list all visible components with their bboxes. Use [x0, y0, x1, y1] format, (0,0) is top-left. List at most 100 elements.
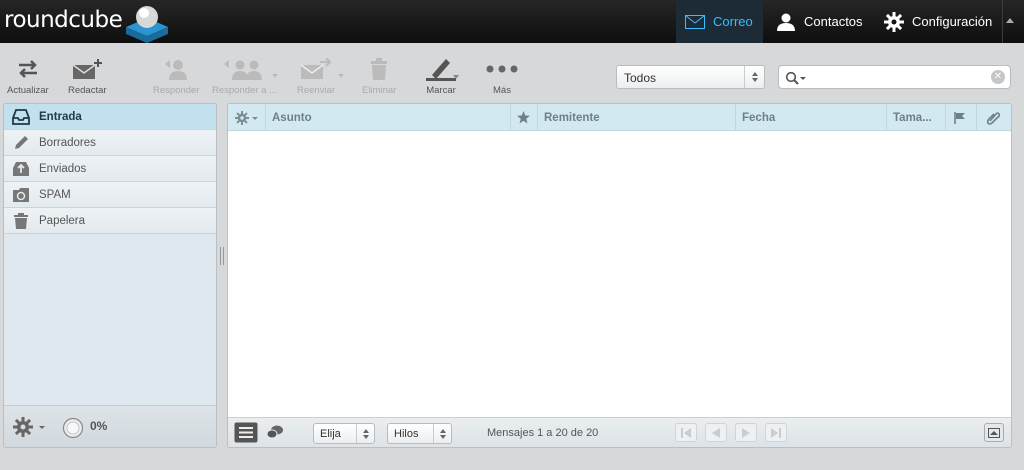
- chevron-left-icon: [712, 427, 720, 438]
- select-arrows-icon: [744, 66, 764, 88]
- search-input[interactable]: ✕: [778, 65, 1011, 89]
- top-bar: roundcube Correo Contactos Configuración: [0, 0, 1024, 43]
- pencil-icon: [15, 135, 28, 149]
- folder-list: Entrada Borradores Enviados SPAM Papeler…: [3, 103, 217, 448]
- filter-select-value: Todos: [624, 71, 657, 85]
- forward-button[interactable]: Reenviar: [297, 55, 335, 96]
- compose-button[interactable]: Redactar: [68, 55, 107, 96]
- more-dots-icon: [486, 65, 518, 73]
- more-button[interactable]: Más: [486, 55, 518, 96]
- last-page-button[interactable]: [765, 423, 787, 442]
- search-reset-icon[interactable]: ✕: [991, 70, 1005, 84]
- forward-dropdown-icon[interactable]: [338, 74, 344, 78]
- select-messages-dropdown[interactable]: Elija: [313, 423, 375, 444]
- pane-splitter[interactable]: [220, 247, 224, 265]
- select-arrows-icon: [433, 424, 451, 443]
- thread-view-icon[interactable]: [266, 425, 284, 439]
- first-page-button[interactable]: [675, 423, 697, 442]
- folder-label: Papelera: [39, 214, 86, 227]
- search-icon[interactable]: [785, 71, 807, 85]
- more-label: Más: [493, 85, 511, 96]
- folders-footer: 0%: [4, 405, 216, 447]
- message-list-footer: Elija Hilos Mensajes 1 a 20 de 20: [228, 417, 1011, 447]
- divider: [1002, 0, 1003, 43]
- nav-contacts-label: Contactos: [804, 14, 863, 29]
- folder-label: SPAM: [39, 188, 71, 201]
- column-date[interactable]: Fecha: [736, 104, 887, 131]
- chevron-right-icon: [742, 427, 750, 438]
- threads-label: Hilos: [394, 428, 419, 440]
- column-attachment[interactable]: [977, 104, 1010, 131]
- reply-all-dropdown-icon[interactable]: [272, 74, 278, 78]
- folder-label: Enviados: [39, 162, 87, 175]
- gear-icon: [235, 110, 258, 125]
- last-page-icon: [771, 427, 781, 438]
- person-icon: [777, 13, 795, 31]
- quota-pie-icon: [62, 417, 84, 439]
- caret-up-icon[interactable]: [1006, 18, 1014, 23]
- reply-all-button[interactable]: Responder a ...: [212, 55, 277, 96]
- nav-mail[interactable]: Correo: [676, 0, 763, 43]
- nav-settings[interactable]: Configuración: [884, 0, 1002, 43]
- message-list-header: Asunto Remitente Fecha Tama...: [228, 104, 1011, 131]
- column-from[interactable]: Remitente: [538, 104, 736, 131]
- column-flag-star[interactable]: [511, 104, 538, 131]
- gear-icon: [884, 11, 904, 32]
- threads-dropdown[interactable]: Hilos: [387, 423, 452, 444]
- nav-mail-label: Correo: [713, 14, 753, 29]
- list-view-icon[interactable]: [234, 422, 258, 443]
- sent-icon: [13, 161, 29, 176]
- folder-label: Entrada: [39, 110, 82, 123]
- list-options-button[interactable]: [228, 104, 266, 131]
- folder-trash[interactable]: Papelera: [4, 208, 216, 234]
- forward-label: Reenviar: [297, 85, 336, 96]
- delete-label: Eliminar: [362, 85, 397, 96]
- reply-label: Responder: [153, 85, 200, 96]
- column-flag[interactable]: [946, 104, 977, 131]
- reply-icon: [165, 60, 188, 80]
- previous-page-button[interactable]: [705, 423, 727, 442]
- message-list: Asunto Remitente Fecha Tama... Elija Hil…: [227, 103, 1012, 448]
- forward-icon: [300, 58, 332, 79]
- filter-select[interactable]: Todos: [616, 65, 765, 89]
- refresh-label: Actualizar: [7, 85, 49, 96]
- folder-actions-gear-icon[interactable]: [13, 417, 47, 437]
- mark-pen-icon: [426, 59, 456, 81]
- logo-text: roundcube: [4, 7, 123, 33]
- preview-pane-icon: [988, 427, 1000, 438]
- folder-label: Borradores: [39, 136, 96, 149]
- folder-spam[interactable]: SPAM: [4, 182, 216, 208]
- trash-icon: [14, 212, 28, 229]
- nav-contacts[interactable]: Contactos: [776, 0, 872, 43]
- folder-inbox[interactable]: Entrada: [4, 104, 216, 130]
- flag-icon: [954, 111, 965, 124]
- refresh-button[interactable]: Actualizar: [7, 55, 49, 96]
- next-page-button[interactable]: [735, 423, 757, 442]
- delete-button[interactable]: Eliminar: [362, 55, 396, 96]
- column-size[interactable]: Tama...: [887, 104, 946, 131]
- folder-sent[interactable]: Enviados: [4, 156, 216, 182]
- reply-all-label: Responder a ...: [212, 85, 277, 96]
- toggle-preview-button[interactable]: [984, 423, 1004, 442]
- reply-all-icon: [224, 60, 263, 80]
- junk-icon: [13, 187, 29, 202]
- message-count-text: Mensajes 1 a 20 de 20: [487, 427, 599, 439]
- mark-label: Marcar: [426, 85, 456, 96]
- mark-button[interactable]: Marcar: [426, 55, 456, 96]
- star-icon: [517, 111, 530, 124]
- folder-drafts[interactable]: Borradores: [4, 130, 216, 156]
- nav-settings-label: Configuración: [912, 14, 993, 29]
- column-subject[interactable]: Asunto: [266, 104, 511, 131]
- mark-dropdown-icon[interactable]: [453, 75, 459, 79]
- reply-button[interactable]: Responder: [153, 55, 199, 96]
- roundcube-logo-icon: [126, 6, 168, 43]
- envelope-icon: [685, 14, 705, 29]
- select-arrows-icon: [356, 424, 374, 443]
- compose-icon: [72, 59, 103, 79]
- quota-text: 0%: [90, 419, 108, 433]
- paperclip-icon: [986, 111, 1000, 125]
- refresh-icon: [18, 60, 37, 78]
- trash-icon: [371, 58, 388, 80]
- inbox-icon: [12, 108, 30, 125]
- compose-label: Redactar: [68, 85, 107, 96]
